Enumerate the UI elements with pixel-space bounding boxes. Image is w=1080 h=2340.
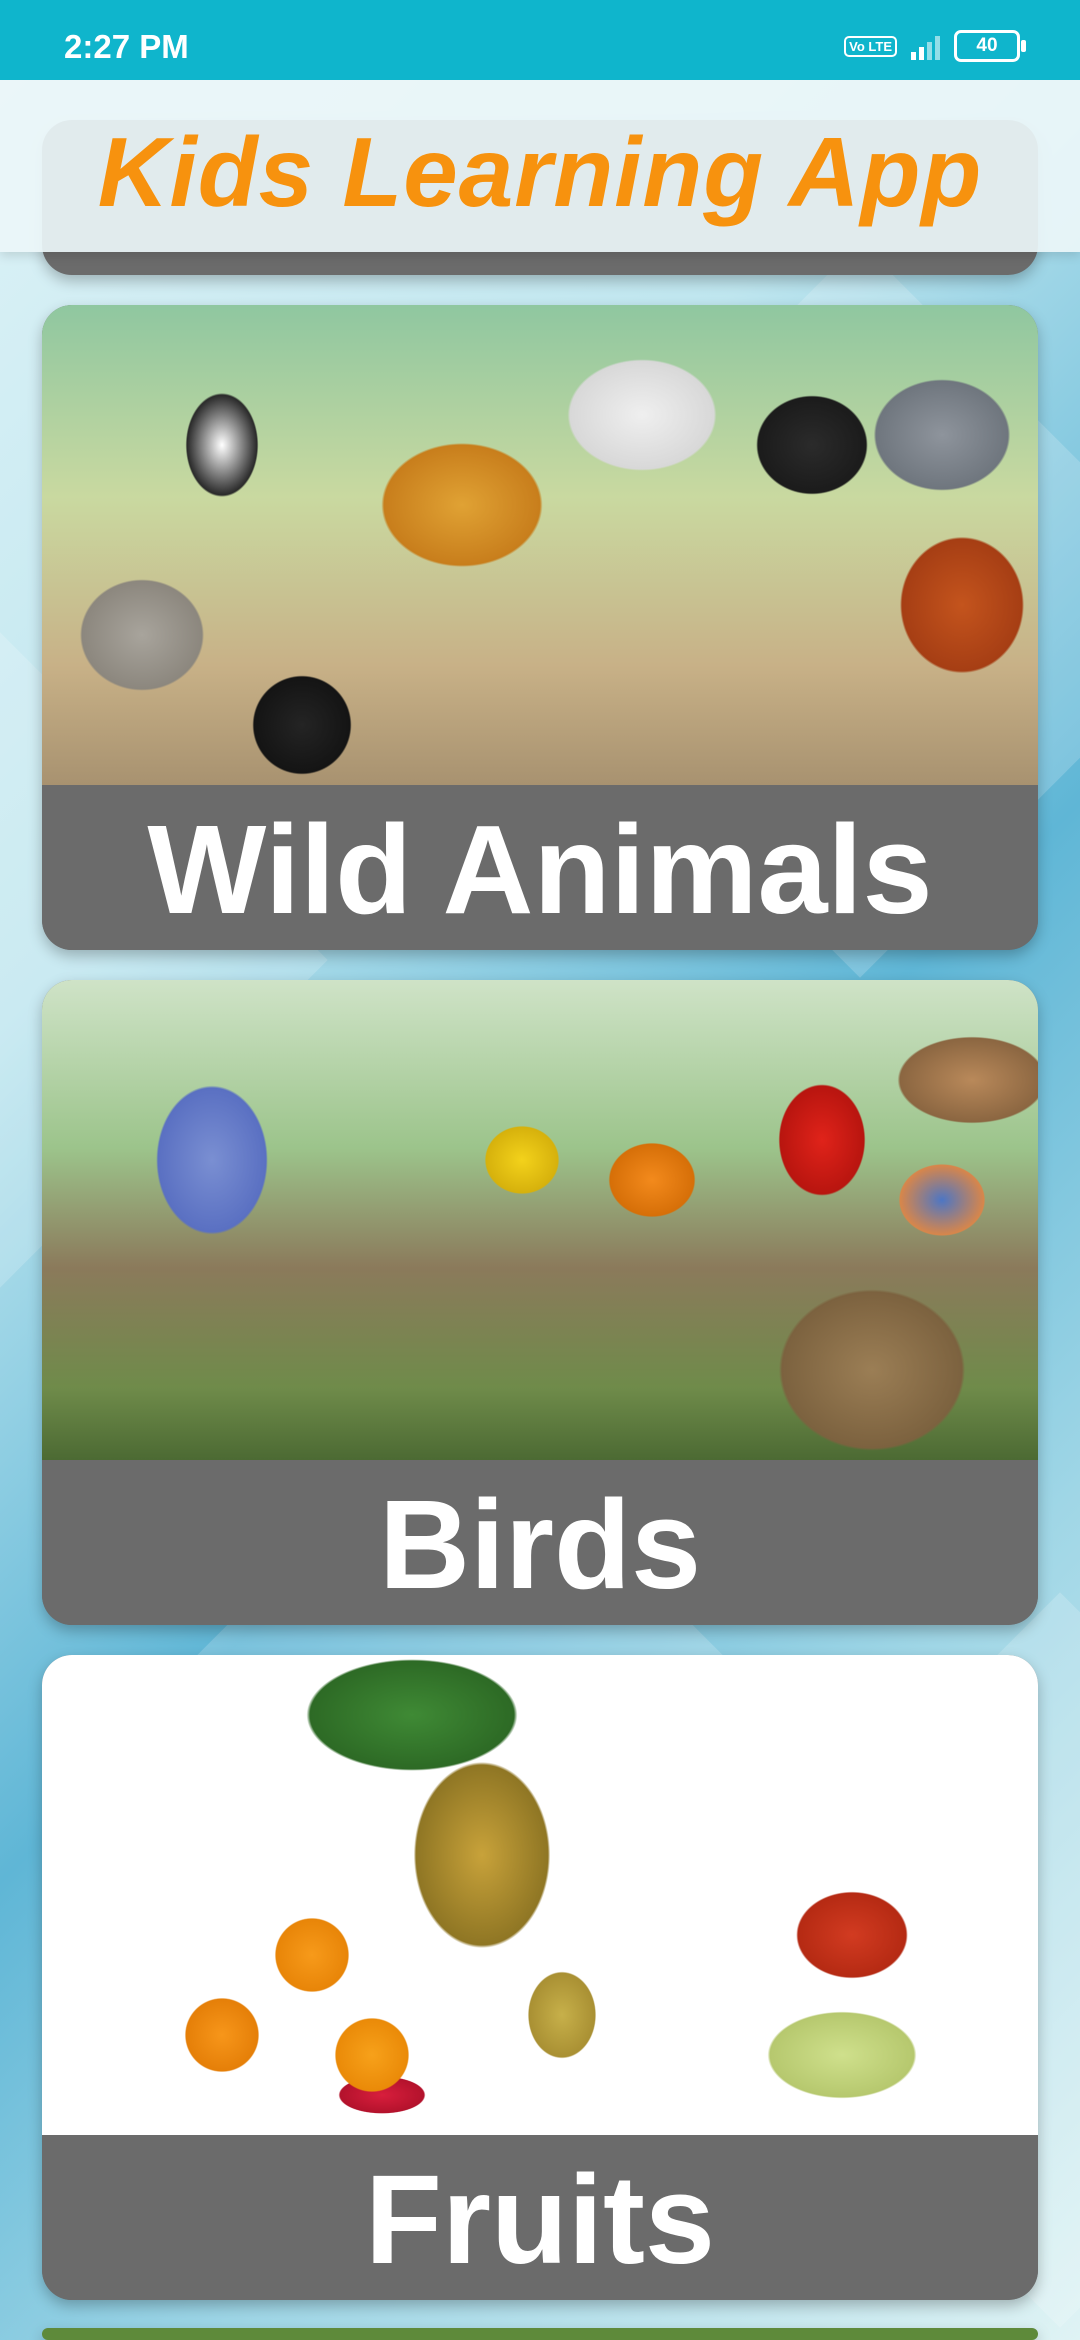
wild-animals-image <box>42 305 1038 785</box>
category-label: Birds <box>42 1460 1038 1625</box>
category-card-birds[interactable]: Birds <box>42 980 1038 1625</box>
app-bar: Kids Learning App <box>0 80 1080 252</box>
category-card-wild-animals[interactable]: Wild Animals <box>42 305 1038 950</box>
status-time: 2:27 PM <box>64 28 189 65</box>
category-label: Fruits <box>42 2135 1038 2300</box>
signal-icon <box>911 32 940 60</box>
volte-icon: Vo LTE <box>844 35 897 57</box>
battery-icon: 40 <box>954 30 1026 62</box>
category-list[interactable]: Wild Animals Birds Fruits <box>0 0 1080 2340</box>
status-icons: Vo LTE 40 <box>844 30 1026 62</box>
status-bar: 2:27 PM Vo LTE 40 <box>0 0 1080 80</box>
birds-image <box>42 980 1038 1460</box>
category-card-next[interactable] <box>42 2328 1038 2340</box>
app-title: Kids Learning App <box>97 117 983 227</box>
fruits-image <box>42 1655 1038 2135</box>
category-card-fruits[interactable]: Fruits <box>42 1655 1038 2300</box>
category-label: Wild Animals <box>42 785 1038 950</box>
